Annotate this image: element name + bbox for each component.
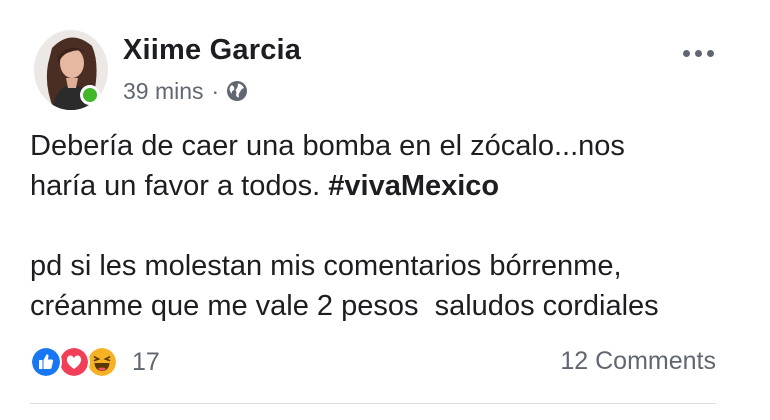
hashtag-link[interactable]: #vivaMexico xyxy=(328,170,499,202)
post-text-line: créanme que me vale 2 pesos saludos cord… xyxy=(30,290,659,322)
post-timestamp[interactable]: 39 mins xyxy=(123,78,204,105)
globe-icon[interactable] xyxy=(226,80,248,102)
post-text-line: pd si les molestan mis comentarios bórre… xyxy=(30,250,622,282)
meta-separator: · xyxy=(211,77,220,104)
love-reaction-icon xyxy=(58,346,90,378)
more-dot xyxy=(706,49,714,57)
reaction-count: 17 xyxy=(132,347,160,376)
haha-reaction-icon xyxy=(86,346,118,378)
post-text-line: Debería de caer una bomba en el zócalo..… xyxy=(30,130,625,162)
post-text-line: haría un favor a todos. #vivaMexico xyxy=(30,166,750,206)
author-name[interactable]: Xiime Garcia xyxy=(123,34,301,67)
more-dot xyxy=(682,49,690,57)
post-body: Debería de caer una bomba en el zócalo..… xyxy=(30,126,750,326)
reactions-summary[interactable]: 17 xyxy=(30,346,160,378)
online-status-indicator xyxy=(80,85,100,105)
comments-count-link[interactable]: 12 Comments xyxy=(560,347,716,376)
reaction-icons xyxy=(30,346,124,378)
post-text-fragment: haría un favor a todos. xyxy=(30,170,329,202)
footer-divider xyxy=(30,403,716,404)
like-reaction-icon xyxy=(30,346,62,378)
more-options-icon[interactable] xyxy=(676,42,720,64)
facebook-post: Xiime Garcia 39 mins · Debería de caer u… xyxy=(0,0,770,420)
post-meta: 39 mins · xyxy=(123,77,248,105)
more-dot xyxy=(694,49,702,57)
